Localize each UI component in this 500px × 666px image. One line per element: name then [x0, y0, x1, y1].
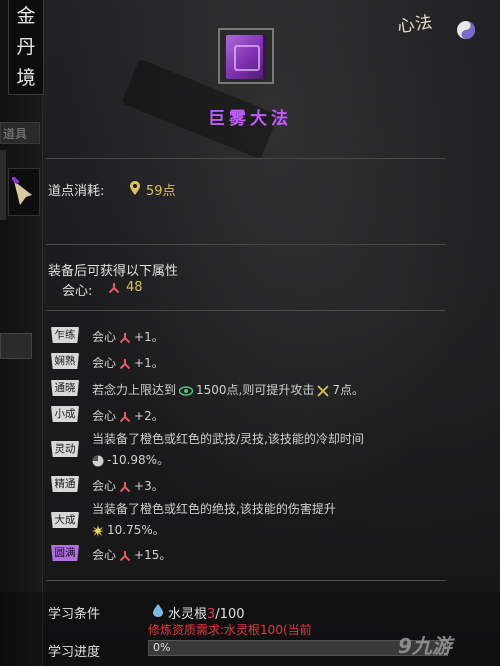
learn-progress-label: 学习进度: [48, 645, 101, 660]
cost-value: 59点: [146, 184, 176, 199]
realm-char-1: 金: [16, 4, 36, 27]
tier-bonus: 会心 +3。: [92, 479, 164, 493]
left-scroll-bar[interactable]: [0, 150, 6, 220]
crit-label: 会心:: [62, 284, 93, 299]
tier-tag: 通晓: [51, 380, 79, 396]
tier-tag: 娴熟: [51, 353, 79, 369]
dao-point-icon: [130, 181, 140, 195]
divider: [46, 580, 446, 581]
crit-icon: [119, 358, 131, 369]
skill-book-icon: [218, 28, 274, 84]
tier-bonus: 会心 +15。: [92, 548, 172, 562]
tier-tag: 乍练: [51, 327, 79, 343]
crit-icon: [119, 550, 131, 561]
water-drop-icon: [153, 604, 163, 617]
yinyang-icon[interactable]: [456, 20, 476, 40]
tier-bonus: 会心 +1。: [92, 330, 164, 344]
tier-bonus-line2: -10.98%。: [92, 451, 169, 468]
tier-bonus-line1: 当装备了橙色或红色的武技/灵技,该技能的冷却时间: [92, 432, 364, 446]
cost-label: 道点消耗:: [48, 184, 105, 199]
category-title: 心法: [396, 12, 435, 38]
feather-icon: [12, 177, 32, 205]
tier-bonus: 会心 +2。: [92, 409, 164, 423]
tier-tag: 大成: [51, 512, 79, 528]
divider: [46, 244, 446, 245]
tier-tag: 灵动: [51, 441, 79, 457]
skill-name: 巨雾大法: [208, 109, 292, 129]
crit-icon: [108, 283, 120, 294]
left-small-button[interactable]: [0, 333, 32, 359]
tier-tag: 精通: [51, 476, 79, 492]
requirement-warning: 修炼资质需求:水灵根100(当前: [148, 623, 312, 637]
realm-badge: 金 丹 境: [8, 0, 44, 95]
tier-bonus-line1: 当装备了橙色或红色的绝技,该技能的伤害提升: [92, 502, 336, 516]
realm-char-2: 丹: [16, 35, 36, 58]
tier-tag: 圆满: [51, 545, 79, 561]
progress-text: 0%: [153, 641, 171, 654]
burst-icon: [92, 524, 104, 537]
watermark-logo: 9九游: [398, 634, 452, 658]
divider: [46, 158, 446, 159]
crit-icon: [119, 481, 131, 492]
left-item-slot[interactable]: [8, 168, 40, 216]
tier-bonus: 若念力上限达到 1500点,则可提升攻击 7点。: [92, 383, 365, 397]
crit-icon: [119, 411, 131, 422]
learn-condition-label: 学习条件: [48, 607, 101, 622]
eye-icon: [179, 385, 194, 396]
tier-bonus-line2: 10.75%。: [92, 521, 165, 538]
crit-icon: [119, 332, 131, 343]
divider: [46, 310, 446, 311]
cooldown-icon: [92, 455, 104, 466]
equip-header: 装备后可获得以下属性: [48, 264, 179, 279]
tier-bonus: 会心 +1。: [92, 356, 164, 370]
realm-char-3: 境: [16, 67, 36, 90]
tier-tag: 小成: [51, 406, 79, 422]
root-requirement: 水灵根3/100: [168, 607, 245, 622]
crit-value: 48: [126, 280, 143, 295]
crossed-swords-icon: [317, 384, 330, 397]
